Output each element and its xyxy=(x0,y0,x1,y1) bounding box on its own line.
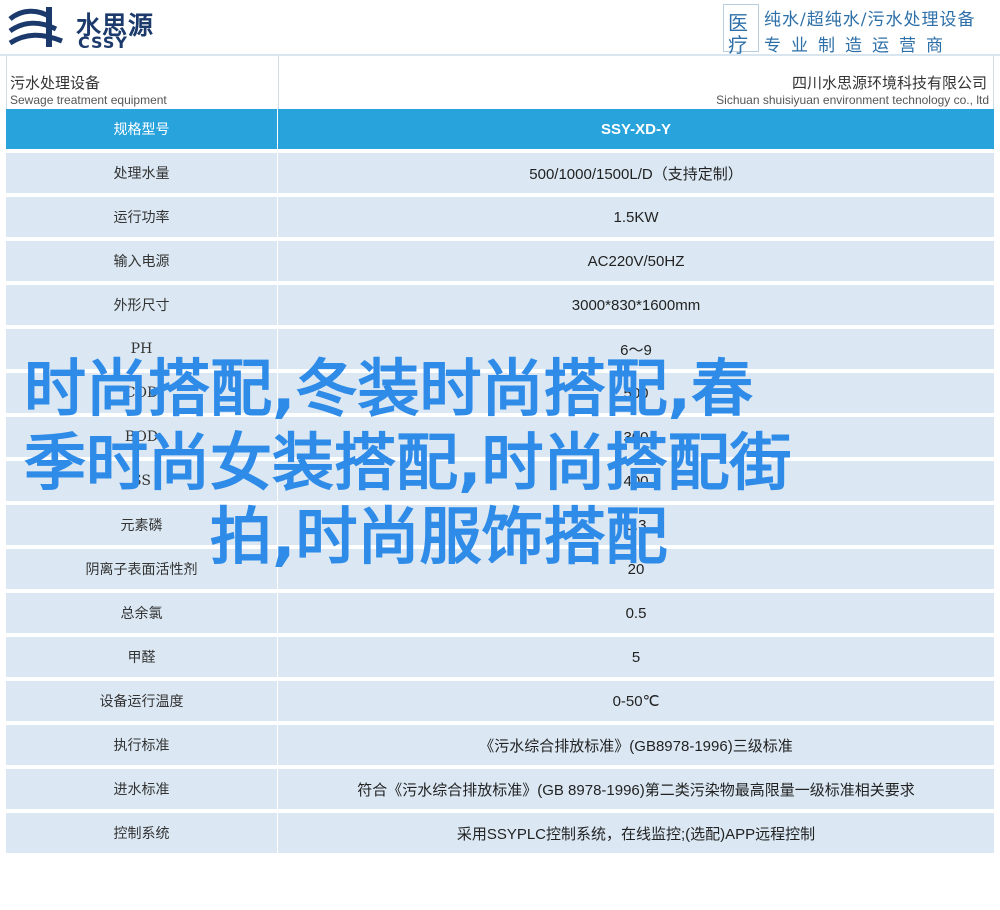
header-products: 纯水/超纯水/污水处理设备 xyxy=(764,10,976,30)
row-key: SS xyxy=(132,473,151,489)
row-key: 执行标准 xyxy=(113,738,170,754)
table-row: 执行标准 《污水综合排放标准》(GB8978-1996)三级标准 xyxy=(6,725,994,769)
spec-table: 规格型号 SSY-XD-Y 处理水量 500/1000/1500L/D（支持定制）… xyxy=(6,109,994,857)
row-value: 0-50℃ xyxy=(612,693,660,710)
table-row: PH 6～9 xyxy=(6,329,994,373)
logo-icon xyxy=(8,7,63,47)
row-key: 进水标准 xyxy=(113,782,170,798)
row-key: COD xyxy=(124,385,159,401)
table-row: 设备运行温度 0-50℃ xyxy=(6,681,994,725)
row-value: 符合《污水综合排放标准》(GB 8978-1996)第二类污染物最高限量一级标准… xyxy=(357,781,915,799)
subheader-divider xyxy=(278,56,279,109)
row-value: 300 xyxy=(623,428,649,446)
row-value: 0.5 xyxy=(625,604,647,622)
table-row: 输入电源 AC220V/50HZ xyxy=(6,241,994,285)
row-key: 运行功率 xyxy=(113,210,170,226)
table-row: SS 400 xyxy=(6,461,994,505)
row-key: PH xyxy=(130,341,153,357)
row-key: 设备运行温度 xyxy=(99,694,184,710)
row-value: 500/1000/1500L/D（支持定制） xyxy=(529,165,743,183)
row-key: 控制系统 xyxy=(113,826,170,842)
table-row: 甲醛 5 xyxy=(6,637,994,681)
category-title-en: Sewage treatment equipment xyxy=(10,93,167,107)
table-row: 处理水量 500/1000/1500L/D（支持定制） xyxy=(6,153,994,197)
header-value: SSY-XD-Y xyxy=(600,120,672,138)
row-key: 阴离子表面活性剂 xyxy=(85,562,198,578)
category-title-cn: 污水处理设备 xyxy=(10,74,101,92)
header-slogan: 专业制造运营商 xyxy=(764,36,953,56)
row-value: 400 xyxy=(623,472,649,490)
table-row: 控制系统 采用SSYPLC控制系统，在线监控;(选配)APP远程控制 xyxy=(6,813,994,857)
subheader: 污水处理设备 Sewage treatment equipment 四川水思源环… xyxy=(6,56,994,109)
company-name-en: Sichuan shuisiyuan environment technolog… xyxy=(716,93,989,107)
row-value: 5 xyxy=(631,648,641,666)
row-key: 总余氯 xyxy=(120,606,163,622)
row-key: 外形尺寸 xyxy=(113,298,170,314)
table-row: 元素磷 0.3 xyxy=(6,505,994,549)
row-value: 0.3 xyxy=(625,516,647,534)
row-value: 采用SSYPLC控制系统，在线监控;(选配)APP远程控制 xyxy=(456,825,816,843)
table-row: 外形尺寸 3000*830*1600mm xyxy=(6,285,994,329)
row-key: 处理水量 xyxy=(113,166,170,182)
table-row: 运行功率 1.5KW xyxy=(6,197,994,241)
table-row: BOD 300 xyxy=(6,417,994,461)
table-header-row: 规格型号 SSY-XD-Y xyxy=(6,109,994,153)
logo-text-en: CSSY xyxy=(78,33,128,52)
medical-badge: 医 疗 xyxy=(723,4,759,57)
table-row: 阴离子表面活性剂 20 xyxy=(6,549,994,593)
row-value: 6～9 xyxy=(620,341,652,359)
row-value: 《污水综合排放标准》(GB8978-1996)三级标准 xyxy=(479,737,793,755)
row-value: 20 xyxy=(627,560,645,578)
row-value: AC220V/50HZ xyxy=(587,252,685,270)
row-value: 1.5KW xyxy=(613,208,659,226)
table-row: 进水标准 符合《污水综合排放标准》(GB 8978-1996)第二类污染物最高限量… xyxy=(6,769,994,813)
row-key: BOD xyxy=(124,429,159,445)
row-value: 3000*830*1600mm xyxy=(571,296,701,314)
table-row: COD 500 xyxy=(6,373,994,417)
row-key: 输入电源 xyxy=(113,254,170,270)
company-name-cn: 四川水思源环境科技有限公司 xyxy=(791,74,987,92)
header-key: 规格型号 xyxy=(113,122,170,138)
page-header: 水思源 CSSY 医 疗 纯水/超纯水/污水处理设备 专业制造运营商 xyxy=(0,0,1000,57)
row-key: 元素磷 xyxy=(120,518,163,534)
table-row: 总余氯 0.5 xyxy=(6,593,994,637)
row-key: 甲醛 xyxy=(127,650,156,666)
row-value: 500 xyxy=(623,384,649,402)
